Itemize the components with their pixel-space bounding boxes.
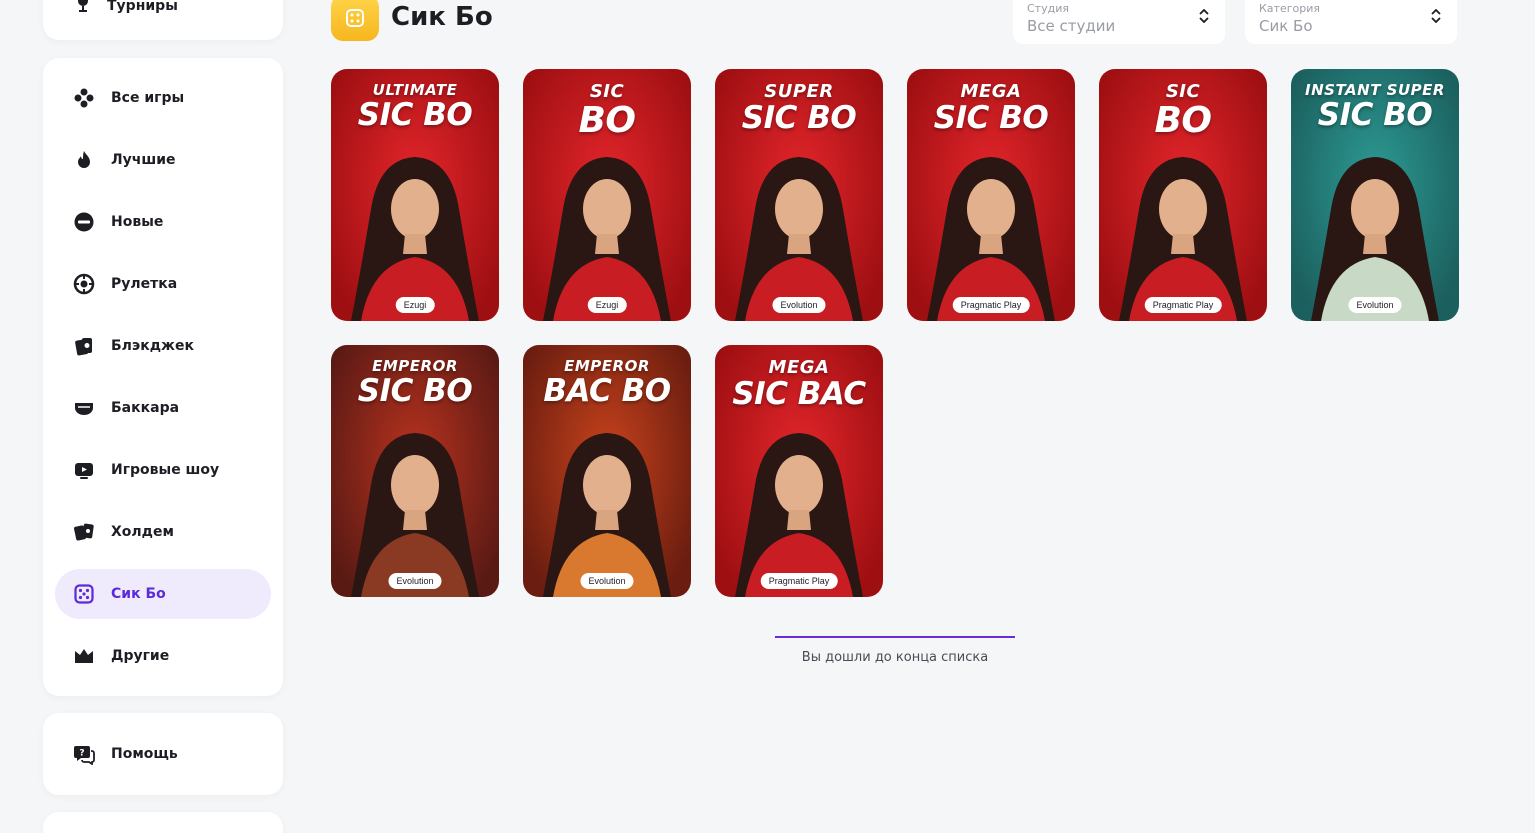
sidebar-item-baccarat[interactable]: Баккара [55, 383, 271, 433]
sidebar-item-label: Другие [111, 648, 170, 664]
header-dice-icon [331, 0, 379, 41]
game-title-line2: SIC BO [741, 100, 857, 136]
tv-icon [73, 459, 95, 481]
clubs-icon [73, 87, 95, 109]
crown-icon [73, 645, 95, 667]
svg-text:?: ? [79, 749, 84, 759]
game-title-line2: SIC BAC [732, 376, 866, 412]
game-title-line1: INSTANT SUPER [1305, 81, 1445, 99]
sidebar-item-label: Все игры [111, 90, 185, 106]
game-title-line2: BO [578, 100, 636, 141]
trophy-icon [73, 0, 93, 18]
end-of-list-text: Вы дошли до конца списка [801, 650, 989, 665]
provider-badge: Ezugi [587, 297, 627, 313]
game-title-line1: SUPER [764, 81, 834, 102]
fire-icon [73, 149, 95, 171]
studio-select-value: Все студии [1027, 17, 1116, 35]
dice-icon [73, 583, 95, 605]
provider-badge: Ezugi [395, 297, 435, 313]
game-tile[interactable]: SUPER SIC BO Evolution [715, 69, 883, 321]
game-tile[interactable]: INSTANT SUPER SIC BO Evolution [1291, 69, 1459, 321]
game-title: SUPER SIC BO [715, 83, 883, 134]
game-title-line2: BAC BO [543, 373, 671, 409]
game-title: EMPEROR BAC BO [523, 359, 691, 407]
sidebar-item-label: Сик Бо [111, 586, 166, 602]
game-title: INSTANT SUPER SIC BO [1291, 83, 1459, 131]
sidebar-item-sic-bo[interactable]: Сик Бо [55, 569, 271, 619]
chevron-updown-icon [1431, 8, 1441, 27]
sidebar-item-new[interactable]: Новые [55, 197, 271, 247]
sidebar-bottom-card [43, 812, 283, 833]
page: Турниры Все игры Лучшие Новые Рулетка Бл… [0, 0, 1535, 833]
game-tile[interactable]: MEGA SIC BAC Pragmatic Play [715, 345, 883, 597]
provider-badge: Evolution [388, 573, 442, 589]
game-title: MEGA SIC BAC [715, 359, 883, 410]
sidebar-item-holdem[interactable]: Холдем [55, 507, 271, 557]
game-title-line1: EMPEROR [372, 357, 458, 375]
game-title: MEGA SIC BO [907, 83, 1075, 134]
game-title-line2: SIC BO [357, 373, 473, 409]
sidebar-item-other[interactable]: Другие [55, 631, 271, 681]
game-tile[interactable]: ULTIMATE SIC BO Ezugi [331, 69, 499, 321]
roulette-icon [73, 273, 95, 295]
game-title-line2: SIC BO [357, 97, 473, 133]
game-title-line2: SIC BO [1317, 97, 1433, 133]
category-select-value: Сик Бо [1259, 17, 1313, 35]
game-title-line1: ULTIMATE [372, 81, 458, 99]
chevron-updown-icon [1199, 8, 1209, 27]
baccarat-icon [73, 397, 95, 419]
sidebar-item-label: Новые [111, 214, 164, 230]
game-tile[interactable]: MEGA SIC BO Pragmatic Play [907, 69, 1075, 321]
cards-icon [73, 335, 95, 357]
game-title-line1: MEGA [768, 357, 830, 378]
sidebar-item-help[interactable]: ? Помощь [55, 729, 271, 779]
sidebar-item-label: Баккара [111, 400, 180, 416]
game-tile[interactable]: SIC BO Ezugi [523, 69, 691, 321]
sidebar-nav: Все игры Лучшие Новые Рулетка Блэкджек Б… [43, 58, 283, 696]
game-title: EMPEROR SIC BO [331, 359, 499, 407]
sidebar-item-label: Рулетка [111, 276, 178, 292]
provider-badge: Pragmatic Play [760, 573, 838, 589]
game-tile[interactable]: SIC BO Pragmatic Play [1099, 69, 1267, 321]
help-chat-icon: ? [73, 743, 95, 765]
sidebar-item-label: Помощь [111, 746, 178, 762]
game-title-line2: SIC BO [933, 100, 1049, 136]
game-title-line1: MEGA [960, 81, 1022, 102]
game-title-line1: SIC [589, 81, 625, 102]
page-title: Сик Бо [391, 2, 493, 32]
game-title: SIC BO [523, 83, 691, 139]
game-tile[interactable]: EMPEROR BAC BO Evolution [523, 345, 691, 597]
provider-badge: Evolution [580, 573, 634, 589]
category-select-caption: Категория [1259, 2, 1320, 15]
sidebar-help-card: ? Помощь [43, 713, 283, 795]
sidebar-item-all-games[interactable]: Все игры [55, 73, 271, 123]
game-tile[interactable]: EMPEROR SIC BO Evolution [331, 345, 499, 597]
game-title: SIC BO [1099, 83, 1267, 139]
game-title-line1: SIC [1165, 81, 1201, 102]
new-badge-icon [73, 211, 95, 233]
sidebar-item-tournaments[interactable]: Турниры [73, 0, 178, 18]
studio-select[interactable]: Студия Все студии [1013, 0, 1225, 44]
game-title: ULTIMATE SIC BO [331, 83, 499, 131]
provider-badge: Pragmatic Play [1144, 297, 1222, 313]
game-title-line2: BO [1154, 100, 1212, 141]
sidebar-item-label: Игровые шоу [111, 462, 220, 478]
provider-badge: Evolution [772, 297, 826, 313]
sidebar-item-label: Холдем [111, 524, 174, 540]
sidebar-top-card: Турниры [43, 0, 283, 40]
provider-badge: Pragmatic Play [952, 297, 1030, 313]
sidebar-item-label: Турниры [107, 0, 178, 14]
end-of-list-divider [775, 636, 1015, 638]
sidebar-item-blackjack[interactable]: Блэкджек [55, 321, 271, 371]
category-select[interactable]: Категория Сик Бо [1245, 0, 1457, 44]
sidebar-item-game-shows[interactable]: Игровые шоу [55, 445, 271, 495]
sidebar-item-label: Блэкджек [111, 338, 194, 354]
sidebar-item-label: Лучшие [111, 152, 176, 168]
game-title-line1: EMPEROR [564, 357, 650, 375]
poker-cards-icon [73, 521, 95, 543]
sidebar-item-roulette[interactable]: Рулетка [55, 259, 271, 309]
studio-select-caption: Студия [1027, 2, 1069, 15]
sidebar-item-best[interactable]: Лучшие [55, 135, 271, 185]
provider-badge: Evolution [1348, 297, 1402, 313]
